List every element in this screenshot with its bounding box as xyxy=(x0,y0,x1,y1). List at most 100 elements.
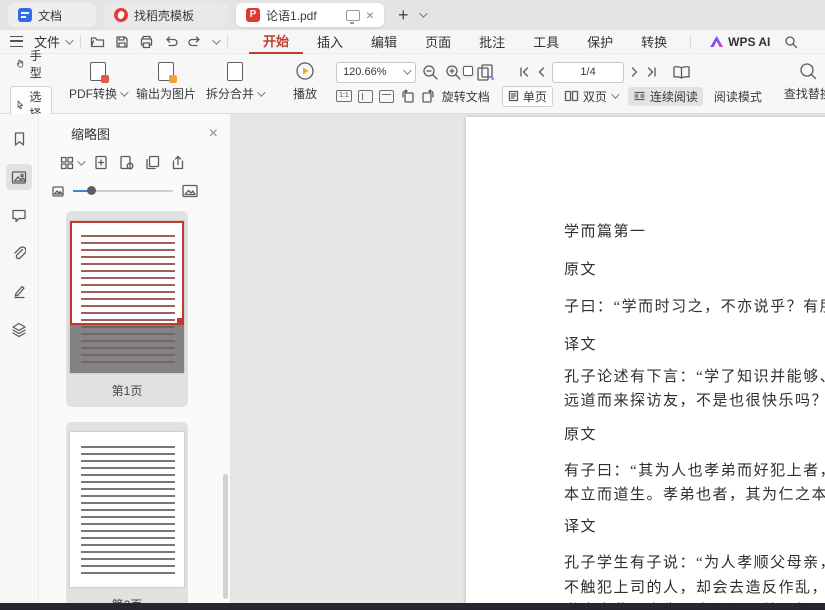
ribbon-tab-convert[interactable]: 转换 xyxy=(627,30,681,53)
ribbon-tab-page[interactable]: 页面 xyxy=(411,30,465,53)
double-page-label: 双页 xyxy=(583,88,607,105)
ribbon-tab-home[interactable]: 开始 xyxy=(249,29,303,54)
export-image-label: 输出为图片 xyxy=(136,85,196,102)
doc-line: 孔子论述有下言：“学了知识并能够、不断地去温习 xyxy=(564,365,825,386)
continuous-read-icon xyxy=(633,90,646,102)
panel-scrollbar[interactable] xyxy=(223,474,228,599)
read-mode-label: 阅读模式 xyxy=(714,88,762,105)
document-canvas[interactable]: 学而篇第一 原文 子曰：“学而时习之，不亦说乎？有朋自远方来，不 译文 孔子论述… xyxy=(231,114,825,610)
search-icon[interactable] xyxy=(784,35,798,49)
rotate-right-icon[interactable] xyxy=(421,89,436,103)
save-icon[interactable] xyxy=(115,35,129,49)
slider-knob[interactable] xyxy=(87,186,96,195)
view-box-handle[interactable] xyxy=(177,318,184,325)
file-chevron-icon xyxy=(65,36,73,44)
book-icon[interactable] xyxy=(672,65,691,80)
view-mode-button[interactable] xyxy=(60,156,83,170)
tab-docer-templates[interactable]: 找稻壳模板 xyxy=(104,3,228,27)
ribbon-tab-comment[interactable]: 批注 xyxy=(465,30,519,53)
wps-ai-logo-icon xyxy=(710,36,723,47)
layers-tool[interactable] xyxy=(6,316,32,342)
split-merge-button[interactable]: 拆分合并 xyxy=(203,57,266,111)
tab-list-chevron-icon[interactable] xyxy=(419,9,427,17)
last-page-icon[interactable] xyxy=(646,66,658,78)
quick-access-chevron-icon[interactable] xyxy=(212,36,220,44)
doc-line: 学而篇第一 xyxy=(564,220,647,241)
view-mode-chevron-icon xyxy=(77,157,85,165)
copy-page-icon[interactable] xyxy=(145,155,160,170)
rotate-pages-icon[interactable] xyxy=(476,64,496,81)
single-page-button[interactable]: 单页 xyxy=(502,86,553,107)
ribbon-tab-edit[interactable]: 编辑 xyxy=(357,30,411,53)
pdf-convert-icon xyxy=(90,62,106,81)
thumbnail-page-1[interactable]: 第1页 xyxy=(66,211,188,407)
zoom-out-icon[interactable] xyxy=(422,64,439,80)
tab-document-active[interactable]: 论语1.pdf × xyxy=(236,3,384,27)
first-page-icon[interactable] xyxy=(518,66,530,78)
insert-page-icon[interactable] xyxy=(94,155,108,170)
comments-tool[interactable] xyxy=(6,202,32,228)
thumbnails-tool[interactable] xyxy=(6,164,32,190)
bookmarks-tool[interactable] xyxy=(6,126,32,152)
thumbnail-page-2-preview[interactable] xyxy=(70,432,184,587)
actual-size-icon[interactable]: 1:1 xyxy=(336,90,352,102)
wps-pdf-window: 文档 找稻壳模板 论语1.pdf × + 文件 xyxy=(0,0,825,610)
find-replace-button[interactable]: 查找替换 xyxy=(781,57,825,102)
grid-view-icon xyxy=(60,156,74,170)
zoom-in-icon[interactable] xyxy=(445,64,462,80)
single-page-label: 单页 xyxy=(523,88,547,105)
find-replace-label: 查找替换 xyxy=(784,85,825,102)
doc-line: 子曰：“学而时习之，不亦说乎？有朋自远方来，不 xyxy=(564,295,825,316)
play-button[interactable]: 播放 xyxy=(280,57,330,111)
rotate-left-icon[interactable] xyxy=(400,89,415,103)
thumbnails-icon xyxy=(11,170,27,185)
new-tab-button[interactable]: + xyxy=(398,5,409,26)
next-page-icon[interactable] xyxy=(630,66,640,78)
replace-page-icon[interactable] xyxy=(119,155,134,170)
tab-close-icon[interactable]: × xyxy=(366,8,374,22)
side-icon-strip xyxy=(0,114,39,610)
annotations-tool[interactable] xyxy=(6,278,32,304)
slider-track[interactable] xyxy=(73,190,173,192)
toolbar: 手型 选择 PDF转换 输出为图片 拆分合并 xyxy=(0,53,825,114)
wps-ai-button[interactable]: WPS AI xyxy=(710,35,770,49)
thumbnail-page-2[interactable]: 第2页 xyxy=(66,422,188,610)
split-merge-icon xyxy=(227,62,243,81)
pdf-convert-button[interactable]: PDF转换 xyxy=(66,57,129,111)
ribbon-tab-tools[interactable]: 工具 xyxy=(519,30,573,53)
tab-monitor-icon[interactable] xyxy=(346,10,360,21)
open-folder-icon[interactable] xyxy=(90,35,105,49)
hand-tool-button[interactable]: 手型 xyxy=(10,45,52,83)
redo-icon[interactable] xyxy=(188,35,202,48)
continuous-read-label: 连续阅读 xyxy=(650,88,698,105)
rotate-doc-label[interactable]: 旋转文档 xyxy=(442,88,490,105)
ribbon-tab-insert[interactable]: 插入 xyxy=(303,30,357,53)
read-mode-button[interactable]: 阅读模式 xyxy=(709,87,767,106)
doc-line: 本立而道生。孝弟也者，其为仁之本与？” xyxy=(564,483,825,504)
attachments-tool[interactable] xyxy=(6,240,32,266)
zoom-select[interactable]: 120.66% xyxy=(336,62,416,83)
thumbnail-zoom-slider xyxy=(39,170,230,198)
fit-width-icon[interactable] xyxy=(379,90,394,103)
split-merge-chevron-icon xyxy=(257,88,265,96)
page-indicator-input[interactable]: 1/4 xyxy=(552,62,624,83)
thumbnail-page-1-preview[interactable] xyxy=(70,221,184,373)
ribbon-tab-protect[interactable]: 保护 xyxy=(573,30,627,53)
small-thumbnail-icon xyxy=(52,186,64,197)
print-icon[interactable] xyxy=(139,35,154,49)
fit-page-icon[interactable] xyxy=(358,90,373,103)
paperclip-icon xyxy=(12,245,26,261)
extract-page-icon[interactable] xyxy=(171,155,185,170)
prev-page-icon[interactable] xyxy=(536,66,546,78)
current-view-box[interactable] xyxy=(70,221,184,325)
undo-icon[interactable] xyxy=(164,35,178,48)
tab-home[interactable]: 文档 xyxy=(8,3,96,27)
ribbon-tabs: 开始 插入 编辑 页面 批注 工具 保护 转换 xyxy=(249,29,681,54)
doc-line: 有子曰：“其为人也孝弟而好犯上者，鲜矣；不好犯 xyxy=(564,459,825,480)
export-image-button[interactable]: 输出为图片 xyxy=(133,57,199,111)
tool-group-cursor: 手型 选择 xyxy=(10,57,52,111)
panel-close-icon[interactable]: × xyxy=(209,127,218,141)
continuous-read-button[interactable]: 连续阅读 xyxy=(628,87,703,106)
export-image-icon xyxy=(158,62,174,81)
double-page-button[interactable]: 双页 xyxy=(559,87,622,106)
